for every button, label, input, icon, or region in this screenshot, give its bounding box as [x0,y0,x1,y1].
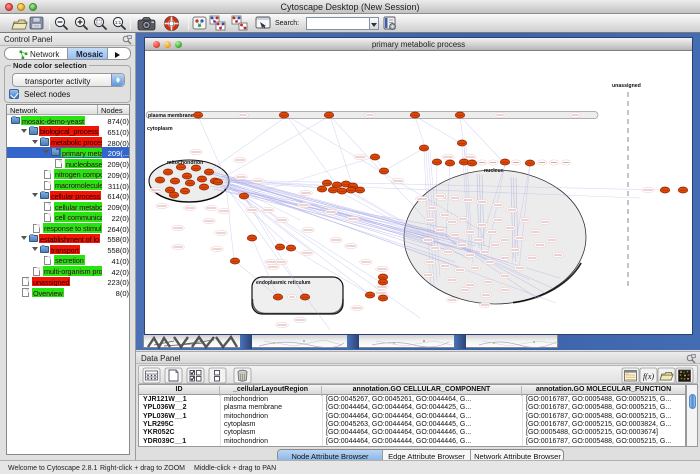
svg-text:1:1: 1:1 [115,20,122,25]
svg-text:f(x): f(x) [643,372,654,381]
svg-text:endoplasmic reticulum: endoplasmic reticulum [256,280,311,286]
svg-text:cytoplasm: cytoplasm [147,126,173,132]
svg-text:unassigned: unassigned [612,83,641,89]
svg-text:mitochondrion: mitochondrion [167,160,203,166]
svg-text:plasma membrane: plasma membrane [148,113,194,119]
svg-text:nucleus: nucleus [484,168,504,174]
